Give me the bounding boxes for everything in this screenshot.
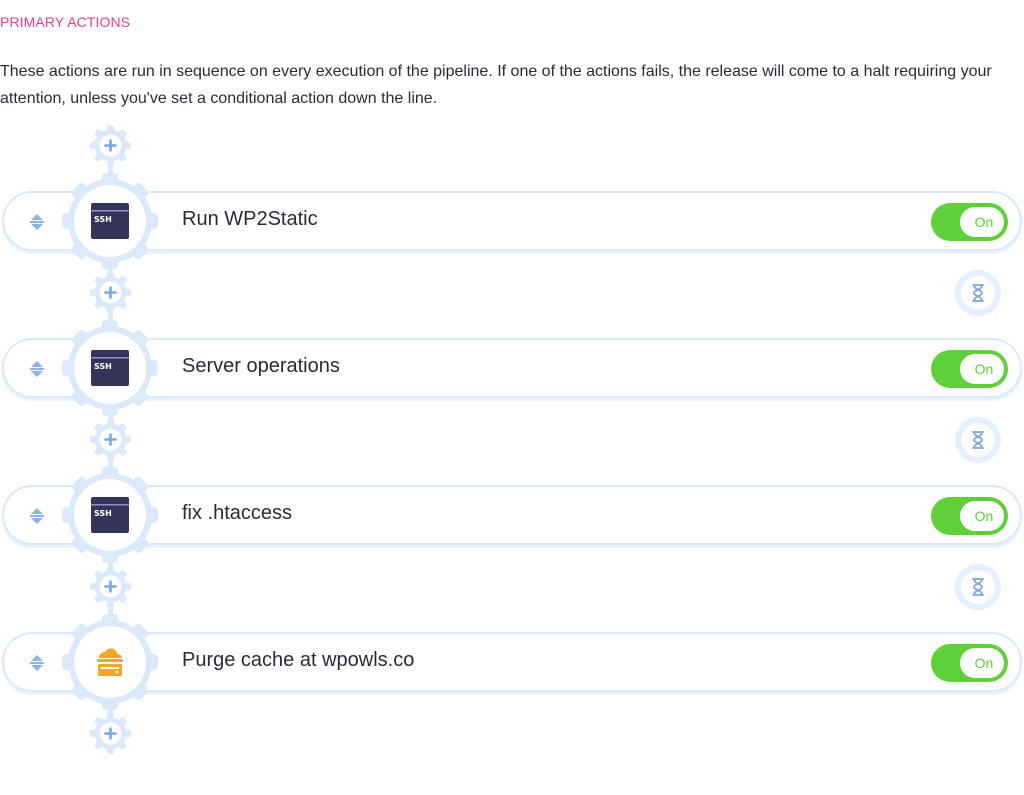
- drag-handle-icon[interactable]: [26, 505, 48, 527]
- action-title: fix .htaccess: [182, 502, 293, 524]
- add-action-button[interactable]: [90, 419, 131, 460]
- enable-toggle[interactable]: On: [931, 203, 1008, 241]
- action-title: Run WP2Static: [182, 208, 318, 230]
- toggle-label: On: [974, 361, 994, 377]
- cloudflare-cache-icon: [90, 643, 130, 681]
- delay-button[interactable]: [955, 564, 1001, 610]
- add-gear-icon: [90, 419, 131, 460]
- enable-toggle[interactable]: On: [931, 350, 1008, 388]
- ssh-label: SSH: [94, 215, 112, 224]
- enable-toggle[interactable]: On: [931, 497, 1008, 535]
- add-action-button[interactable]: [90, 566, 131, 607]
- action-gear: SSH: [60, 171, 160, 271]
- action-title: Server operations: [182, 355, 340, 377]
- add-gear-icon: [90, 713, 131, 754]
- pipeline: Run WP2Static On SSH Server operations O…: [0, 0, 1024, 795]
- action-gear: SSH: [60, 465, 160, 565]
- ssh-terminal-icon: SSH: [90, 202, 130, 240]
- ssh-terminal-icon: SSH: [90, 496, 130, 534]
- action-gear: [60, 612, 160, 712]
- add-gear-icon: [90, 125, 131, 166]
- ssh-terminal-icon: SSH: [90, 349, 130, 387]
- toggle-label: On: [974, 214, 994, 230]
- hourglass-icon: [972, 284, 984, 302]
- add-action-button[interactable]: [90, 272, 131, 313]
- delay-button[interactable]: [955, 270, 1001, 316]
- hourglass-icon: [972, 578, 984, 596]
- add-gear-icon: [90, 272, 131, 313]
- add-gear-icon: [90, 566, 131, 607]
- hourglass-icon: [972, 431, 984, 449]
- toggle-label: On: [974, 508, 994, 524]
- ssh-label: SSH: [94, 362, 112, 371]
- ssh-label: SSH: [94, 509, 112, 518]
- enable-toggle[interactable]: On: [931, 644, 1008, 682]
- toggle-label: On: [974, 655, 994, 671]
- drag-handle-icon[interactable]: [26, 358, 48, 380]
- drag-handle-icon[interactable]: [26, 211, 48, 233]
- drag-handle-icon[interactable]: [26, 652, 48, 674]
- delay-button[interactable]: [955, 417, 1001, 463]
- add-action-button[interactable]: [90, 713, 131, 754]
- action-title: Purge cache at wpowls.co: [182, 649, 415, 671]
- add-action-button[interactable]: [90, 125, 131, 166]
- action-gear: SSH: [60, 318, 160, 418]
